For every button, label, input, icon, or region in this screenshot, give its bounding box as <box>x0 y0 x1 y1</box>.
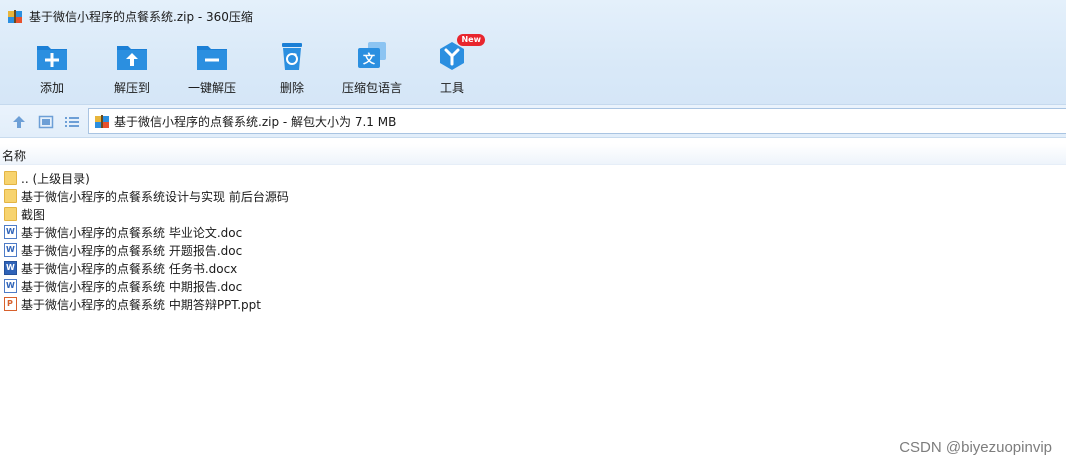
delete-label: 删除 <box>279 81 304 95</box>
column-header-name[interactable]: 名称 <box>0 144 1066 165</box>
toolbar: 添加 解压到 一键解压 删除 文 压缩包语言 New 工具 <box>0 34 1066 100</box>
add-label: 添加 <box>39 81 64 95</box>
archive-language-label: 压缩包语言 <box>341 81 402 95</box>
word-docx-icon <box>4 261 17 275</box>
thumbnail-view-icon[interactable] <box>38 114 54 130</box>
add-icon <box>35 39 69 73</box>
file-name: .. (上级目录) <box>21 171 90 186</box>
zip-archive-icon <box>7 8 23 24</box>
path-box[interactable]: 基于微信小程序的点餐系统.zip - 解包大小为 7.1 MB <box>88 108 1066 134</box>
archive-language-icon: 文 <box>355 39 389 73</box>
archive-path-text: 基于微信小程序的点餐系统.zip - 解包大小为 7.1 MB <box>114 114 397 129</box>
extract-to-button[interactable]: 解压到 <box>88 36 176 98</box>
delete-button[interactable]: 删除 <box>248 36 336 98</box>
folder-icon <box>4 189 17 203</box>
file-name: 基于微信小程序的点餐系统 中期答辩PPT.ppt <box>21 297 261 312</box>
tools-label: 工具 <box>439 81 464 95</box>
list-item[interactable]: 基于微信小程序的点餐系统 中期答辩PPT.ppt <box>0 295 1066 313</box>
word-doc-icon <box>4 243 17 257</box>
list-item[interactable]: 基于微信小程序的点餐系统 开题报告.doc <box>0 241 1066 259</box>
list-item-parent-dir[interactable]: .. (上级目录) <box>0 169 1066 187</box>
header-area: 基于微信小程序的点餐系统.zip - 360压缩 添加 解压到 一键解压 删除 … <box>0 0 1066 104</box>
extract-to-label: 解压到 <box>113 81 150 95</box>
file-list: .. (上级目录) 基于微信小程序的点餐系统设计与实现 前后台源码 截图 基于微… <box>0 169 1066 313</box>
column-header-label: 名称 <box>2 149 27 163</box>
one-click-extract-button[interactable]: 一键解压 <box>168 36 256 98</box>
file-name: 基于微信小程序的点餐系统 任务书.docx <box>21 261 238 276</box>
tools-button[interactable]: New 工具 <box>408 34 496 98</box>
svg-text:文: 文 <box>363 51 376 66</box>
watermark: CSDN @biyezuopinvip <box>899 439 1052 456</box>
archive-language-button[interactable]: 文 压缩包语言 <box>328 36 416 98</box>
list-item[interactable]: 基于微信小程序的点餐系统 任务书.docx <box>0 259 1066 277</box>
add-button[interactable]: 添加 <box>8 36 96 98</box>
list-view-icon[interactable] <box>64 114 80 130</box>
tools-icon: New <box>435 34 485 73</box>
file-name: 截图 <box>21 207 46 222</box>
file-name: 基于微信小程序的点餐系统 毕业论文.doc <box>21 225 243 240</box>
list-item[interactable]: 基于微信小程序的点餐系统 毕业论文.doc <box>0 223 1066 241</box>
folder-icon <box>4 207 17 221</box>
one-click-extract-label: 一键解压 <box>187 81 236 95</box>
zip-archive-icon <box>94 113 110 129</box>
word-doc-icon <box>4 225 17 239</box>
one-click-extract-icon <box>195 39 229 73</box>
new-badge: New <box>457 34 485 46</box>
file-name: 基于微信小程序的点餐系统 中期报告.doc <box>21 279 243 294</box>
file-name: 基于微信小程序的点餐系统设计与实现 前后台源码 <box>21 189 289 204</box>
up-arrow-icon[interactable] <box>11 114 27 130</box>
list-item[interactable]: 基于微信小程序的点餐系统 中期报告.doc <box>0 277 1066 295</box>
window-title: 基于微信小程序的点餐系统.zip - 360压缩 <box>29 9 253 24</box>
delete-icon <box>275 39 309 73</box>
word-doc-icon <box>4 279 17 293</box>
folder-icon <box>4 171 17 185</box>
powerpoint-icon <box>4 297 17 311</box>
list-item[interactable]: 截图 <box>0 205 1066 223</box>
list-item[interactable]: 基于微信小程序的点餐系统设计与实现 前后台源码 <box>0 187 1066 205</box>
extract-to-icon <box>115 39 149 73</box>
navigation-bar: 基于微信小程序的点餐系统.zip - 解包大小为 7.1 MB <box>0 104 1066 138</box>
file-name: 基于微信小程序的点餐系统 开题报告.doc <box>21 243 243 258</box>
title-bar: 基于微信小程序的点餐系统.zip - 360压缩 <box>0 0 1066 32</box>
